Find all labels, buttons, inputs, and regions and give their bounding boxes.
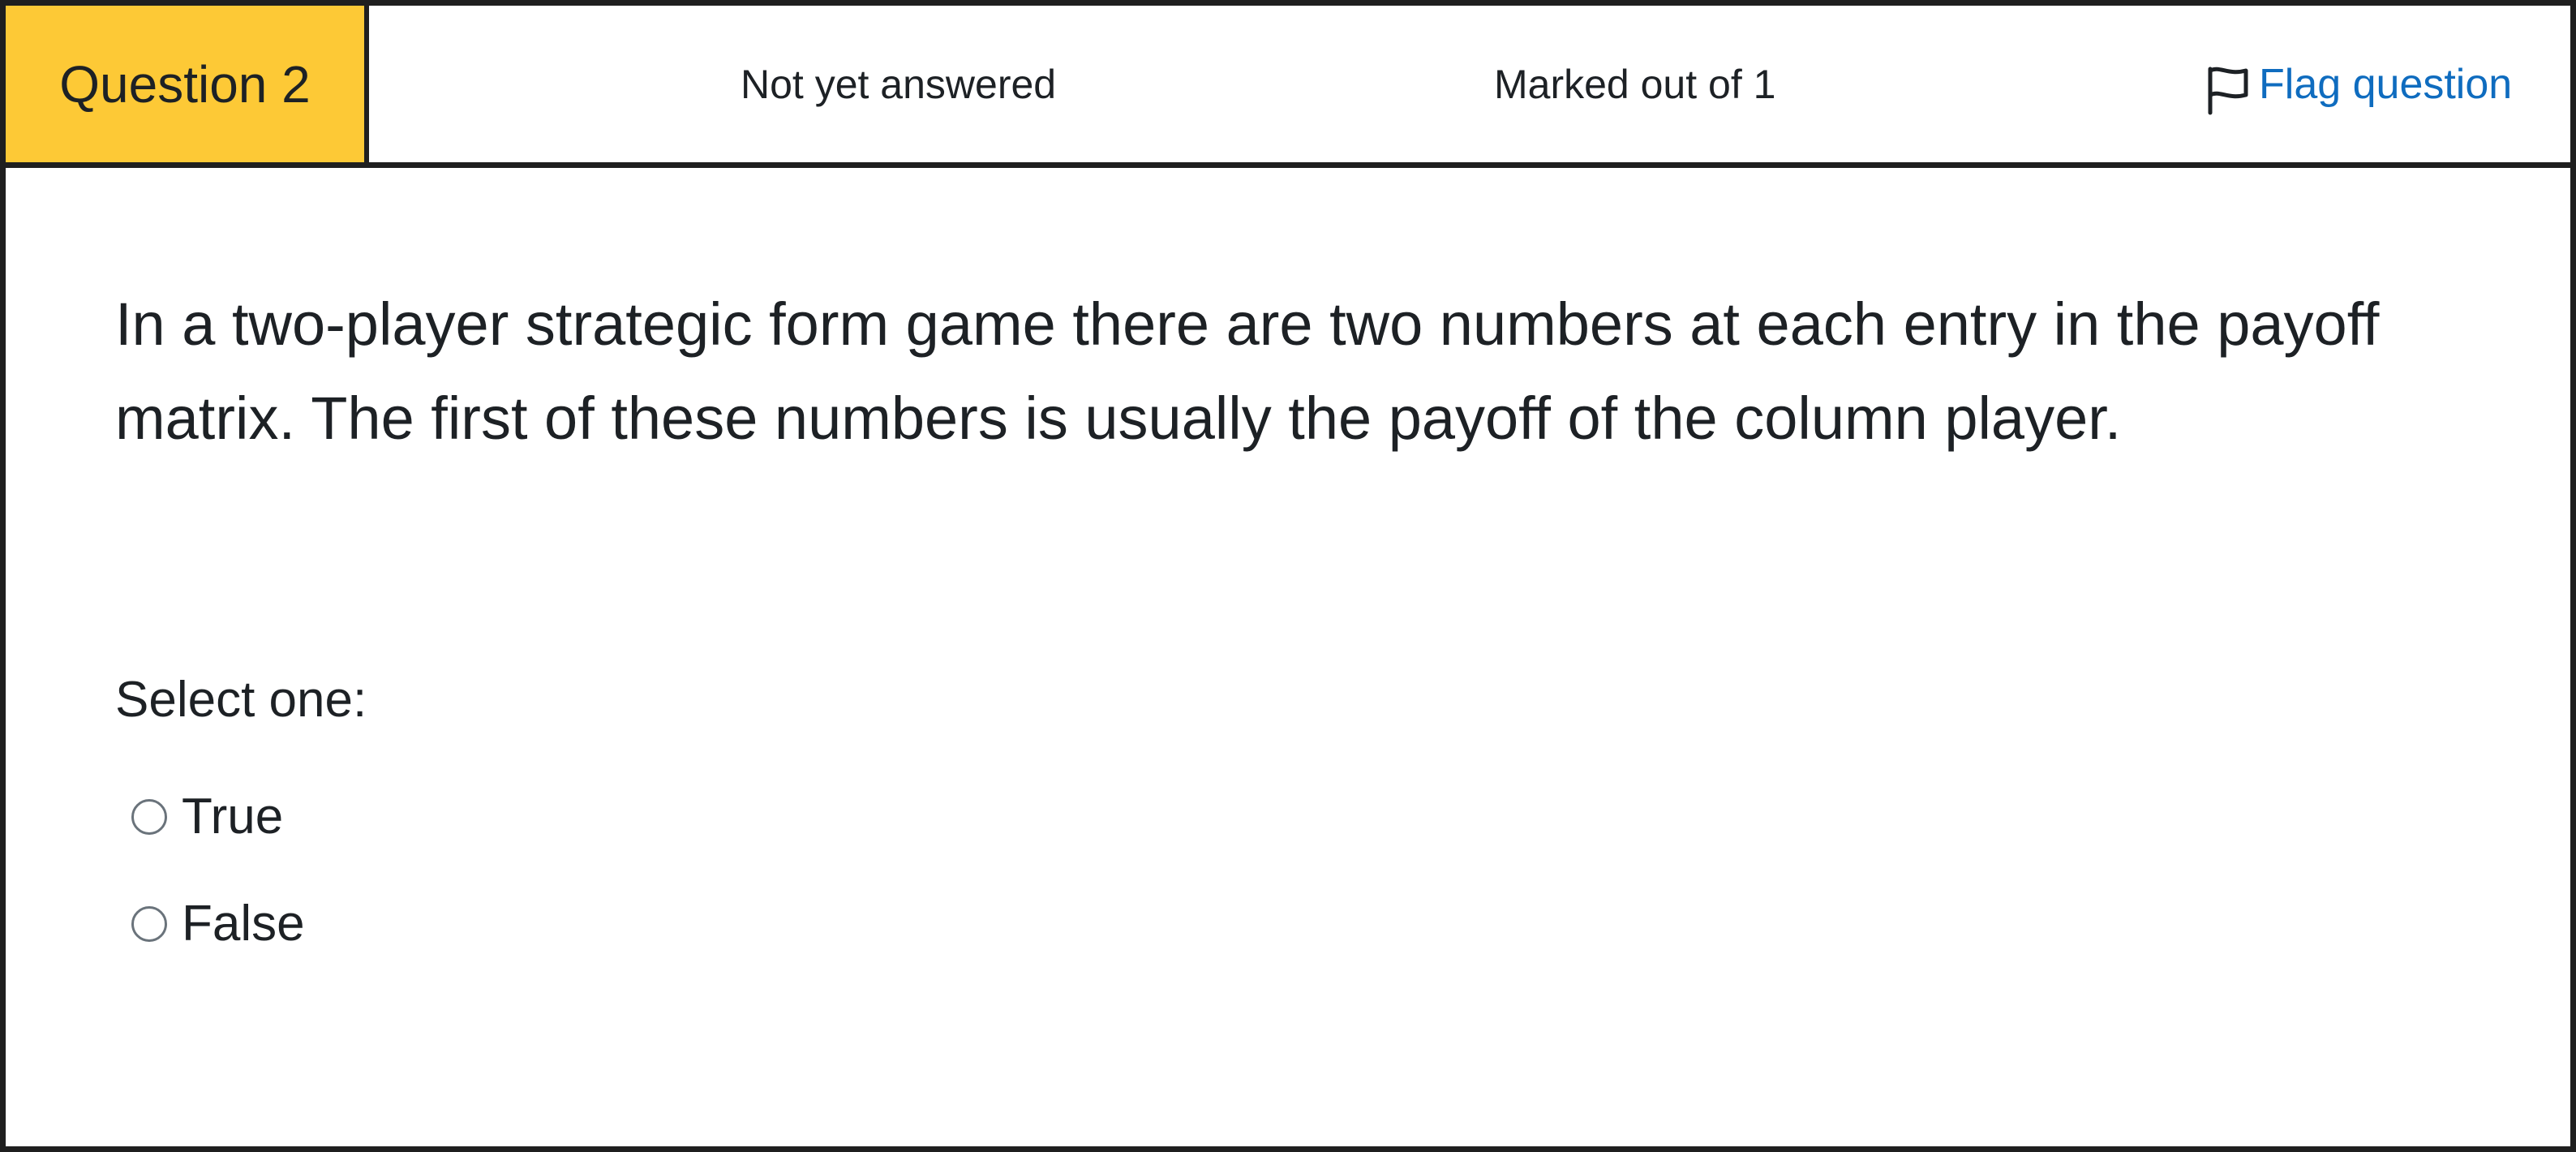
question-text: In a two-player strategic form game ther… [115,290,2380,452]
radio-false[interactable] [131,905,167,942]
flag-question-label: Flag question [2259,60,2513,108]
answer-prompt: Select one: [115,672,367,728]
question-header: Question 2 Not yet answered Marked out o… [6,6,2570,168]
question-marks: Marked out of 1 [1494,61,1776,107]
option-true-label: True [182,789,284,845]
radio-true[interactable] [131,798,167,835]
flag-question-link[interactable]: Flag question [2204,6,2512,162]
option-false-label: False [182,896,305,952]
question-card: Question 2 Not yet answered Marked out o… [0,0,2576,1152]
flag-icon [2204,64,2252,116]
question-number: Question 2 [6,6,369,162]
option-false[interactable]: False [131,895,305,952]
question-status: Not yet answered [741,61,1057,107]
option-true[interactable]: True [131,788,283,845]
